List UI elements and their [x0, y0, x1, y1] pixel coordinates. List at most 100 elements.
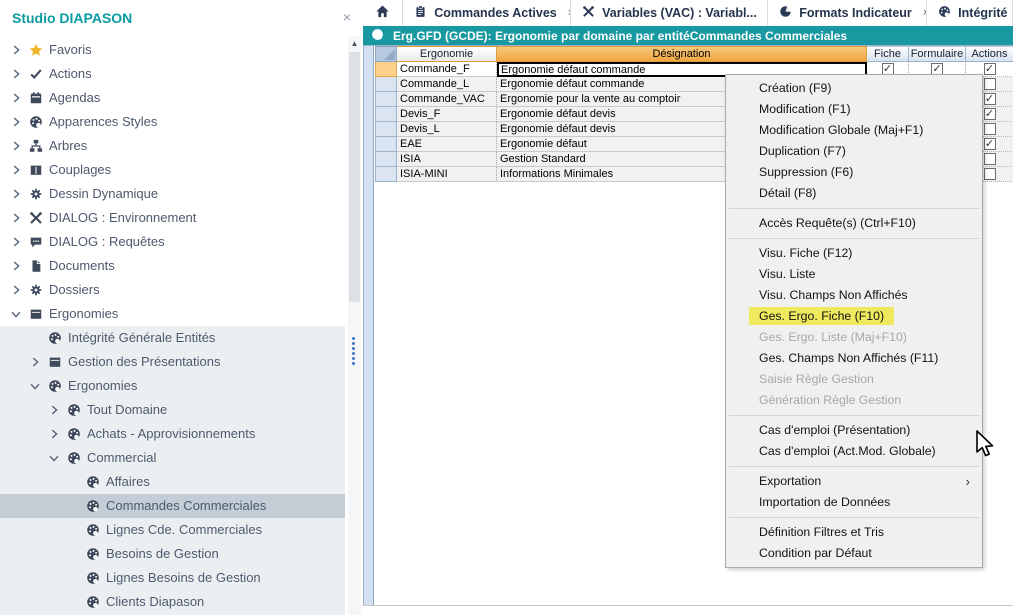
chevron-right-icon[interactable]	[47, 403, 61, 417]
checkbox-checked[interactable]: ✓	[984, 138, 996, 150]
panel-splitter-handle[interactable]	[352, 337, 356, 367]
chevron-right-icon[interactable]	[9, 91, 23, 105]
menu-item-acc-s-requ-te-s-ctrl-f10[interactable]: Accès Requête(s) (Ctrl+F10)	[726, 213, 982, 234]
chevron-right-icon[interactable]	[9, 115, 23, 129]
sidebar-item-couplages[interactable]: Couplages	[0, 158, 345, 182]
menu-item-cas-d-emploi-pr-sentation[interactable]: Cas d'emploi (Présentation)	[726, 420, 982, 441]
menu-item-condition-par-d-faut[interactable]: Condition par Défaut	[726, 543, 982, 564]
scrollbar-thumb[interactable]	[349, 52, 360, 302]
menu-item-ges-ergo-fiche-f10[interactable]: Ges. Ergo. Fiche (F10)	[726, 306, 982, 327]
sidebar-item-gestion-des-pr-sentations[interactable]: Gestion des Présentations	[0, 350, 345, 374]
checkbox-unchecked[interactable]	[984, 78, 996, 90]
cell-ergonomie[interactable]: Commande_VAC	[397, 92, 497, 107]
column-header-designation[interactable]: Désignation	[497, 46, 867, 62]
tab-formats-indicateur[interactable]: Formats Indicateur×	[768, 0, 927, 26]
sidebar-item-lignes-cde-commerciales[interactable]: Lignes Cde. Commerciales	[0, 518, 345, 542]
sidebar-item-commercial[interactable]: Commercial	[0, 446, 345, 470]
checkbox-checked[interactable]: ✓	[984, 93, 996, 105]
sidebar-item-ergonomies[interactable]: Ergonomies	[0, 302, 345, 326]
sidebar-item-dessin-dynamique[interactable]: Dessin Dynamique	[0, 182, 345, 206]
menu-item-suppression-f6[interactable]: Suppression (F6)	[726, 162, 982, 183]
menu-item-exportation[interactable]: Exportation›	[726, 471, 982, 492]
menu-item-visu-liste[interactable]: Visu. Liste	[726, 264, 982, 285]
chevron-right-icon[interactable]	[9, 259, 23, 273]
sidebar-item-int-grit-g-n-rale-entit-s[interactable]: Intégrité Générale Entités	[0, 326, 345, 350]
grid-corner-select-all[interactable]	[375, 46, 397, 62]
sidebar-item-dossiers[interactable]: Dossiers	[0, 278, 345, 302]
sidebar-item-arbres[interactable]: Arbres	[0, 134, 345, 158]
sidebar-item-dialog-environnement[interactable]: DIALOG : Environnement	[0, 206, 345, 230]
menu-item-visu-champs-non-affich-s[interactable]: Visu. Champs Non Affichés	[726, 285, 982, 306]
sidebar-item-clients-diapason[interactable]: Clients Diapason	[0, 590, 345, 614]
column-header-actions[interactable]: Actions	[966, 46, 1013, 62]
checkbox-unchecked[interactable]	[984, 168, 996, 180]
cell-ergonomie[interactable]: Devis_L	[397, 122, 497, 137]
menu-item-duplication-f7[interactable]: Duplication (F7)	[726, 141, 982, 162]
chevron-right-icon[interactable]	[9, 67, 23, 81]
cell-ergonomie[interactable]: Commande_F	[397, 62, 497, 77]
sidebar-item-agendas[interactable]: Agendas	[0, 86, 345, 110]
checkbox-unchecked[interactable]	[984, 153, 996, 165]
chevron-right-icon[interactable]	[9, 211, 23, 225]
row-header-cell[interactable]	[375, 122, 397, 137]
column-header-ergonomie[interactable]: Ergonomie	[397, 46, 497, 62]
sidebar-item-affaires[interactable]: Affaires	[0, 470, 345, 494]
tab-variables-vac-variabl[interactable]: Variables (VAC) : Variabl...×	[571, 0, 768, 26]
sidebar-close-icon[interactable]: ×	[339, 9, 355, 25]
chevron-down-icon[interactable]	[47, 451, 61, 465]
sidebar-item-dialog-requ-tes[interactable]: DIALOG : Requêtes	[0, 230, 345, 254]
tab-int-grit[interactable]: Intégrité	[927, 0, 1013, 26]
row-header-cell[interactable]	[375, 167, 397, 182]
menu-item-d-tail-f8[interactable]: Détail (F8)	[726, 183, 982, 204]
cell-ergonomie[interactable]: ISIA-MINI	[397, 167, 497, 182]
chevron-down-icon[interactable]	[28, 379, 42, 393]
chevron-right-icon[interactable]	[9, 139, 23, 153]
chevron-right-icon[interactable]	[9, 163, 23, 177]
sidebar-scrollbar[interactable]: ▲	[348, 36, 361, 615]
sidebar-item-commandes-commerciales[interactable]: Commandes Commerciales	[0, 494, 345, 518]
chevron-right-icon[interactable]	[47, 427, 61, 441]
cell-ergonomie[interactable]: Commande_L	[397, 77, 497, 92]
column-header-formulaire[interactable]: Formulaire	[909, 46, 966, 62]
sidebar-item-lignes-besoins-de-gestion[interactable]: Lignes Besoins de Gestion	[0, 566, 345, 590]
row-header-cell[interactable]	[375, 92, 397, 107]
sidebar-item-apparences-styles[interactable]: Apparences Styles	[0, 110, 345, 134]
sidebar-item-tout-domaine[interactable]: Tout Domaine	[0, 398, 345, 422]
row-header-cell[interactable]	[375, 77, 397, 92]
menu-item-modification-f1[interactable]: Modification (F1)	[726, 99, 982, 120]
checkbox-unchecked[interactable]	[984, 123, 996, 135]
row-header-cell[interactable]	[375, 107, 397, 122]
chevron-right-icon[interactable]	[9, 235, 23, 249]
menu-item-ges-champs-non-affich-s-f11[interactable]: Ges. Champs Non Affichés (F11)	[726, 348, 982, 369]
sidebar-item-documents[interactable]: Documents	[0, 254, 345, 278]
tab-commandes-actives[interactable]: Commandes Actives×	[403, 0, 571, 26]
menu-item-d-finition-filtres-et-tris[interactable]: Définition Filtres et Tris	[726, 522, 982, 543]
menu-item-cas-d-emploi-act-mod-globale[interactable]: Cas d'emploi (Act.Mod. Globale)	[726, 441, 982, 462]
chevron-right-icon[interactable]	[28, 355, 42, 369]
menu-item-cr-ation-f9[interactable]: Création (F9)	[726, 78, 982, 99]
menu-item-importation-de-donn-es[interactable]: Importation de Données	[726, 492, 982, 513]
sidebar-item-ergonomies[interactable]: Ergonomies	[0, 374, 345, 398]
menu-item-saisie-r-gle-gestion: Saisie Règle Gestion	[726, 369, 982, 390]
sidebar-item-favoris[interactable]: Favoris	[0, 38, 345, 62]
column-header-fiche[interactable]: Fiche	[867, 46, 909, 62]
chevron-right-icon[interactable]	[9, 283, 23, 297]
chevron-right-icon[interactable]	[9, 187, 23, 201]
checkbox-checked[interactable]: ✓	[984, 108, 996, 120]
sidebar-item-actions[interactable]: Actions	[0, 62, 345, 86]
sidebar-item-besoins-de-gestion[interactable]: Besoins de Gestion	[0, 542, 345, 566]
scrollbar-up-arrow-icon[interactable]: ▲	[348, 38, 361, 50]
menu-item-visu-fiche-f12[interactable]: Visu. Fiche (F12)	[726, 243, 982, 264]
row-header-cell[interactable]	[375, 137, 397, 152]
cell-ergonomie[interactable]: EAE	[397, 137, 497, 152]
tab-home[interactable]	[363, 0, 403, 26]
checkbox-checked[interactable]: ✓	[984, 63, 996, 75]
row-header-cell[interactable]	[375, 152, 397, 167]
chevron-right-icon[interactable]	[9, 43, 23, 57]
menu-item-modification-globale-maj-f1[interactable]: Modification Globale (Maj+F1)	[726, 120, 982, 141]
cell-ergonomie[interactable]: Devis_F	[397, 107, 497, 122]
row-header-cell[interactable]	[375, 62, 397, 77]
cell-ergonomie[interactable]: ISIA	[397, 152, 497, 167]
sidebar-item-achats-approvisionnements[interactable]: Achats - Approvisionnements	[0, 422, 345, 446]
chevron-down-icon[interactable]	[9, 307, 23, 321]
